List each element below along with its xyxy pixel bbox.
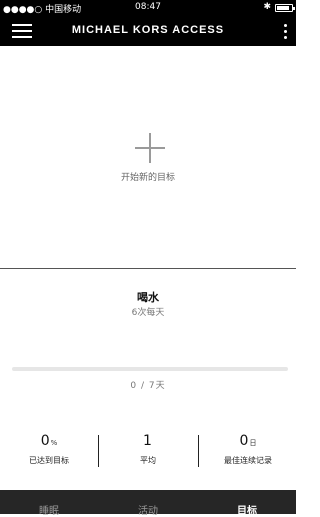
goal-name: 喝水 bbox=[137, 291, 159, 304]
tab-activity[interactable]: 活动 bbox=[99, 502, 197, 517]
stat-best-streak: 0日 最佳连续记录 bbox=[199, 433, 297, 466]
plus-icon[interactable] bbox=[135, 133, 165, 163]
section-divider bbox=[0, 268, 296, 269]
bluetooth-icon: ✱ bbox=[263, 2, 271, 12]
stat-average-label: 平均 bbox=[140, 456, 156, 465]
status-icons: ✱ bbox=[263, 2, 295, 12]
goal-progress-text: 0 / 7天 bbox=[130, 381, 166, 391]
start-new-goal-label: 开始新的目标 bbox=[120, 173, 175, 183]
tab-goals[interactable]: 目标 bbox=[198, 502, 296, 517]
stat-best-streak-value: 0 bbox=[239, 433, 249, 449]
goal-frequency: 6次每天 bbox=[131, 308, 165, 318]
stat-best-streak-label: 最佳连续记录 bbox=[224, 456, 272, 465]
stat-achieved-unit: % bbox=[50, 439, 58, 447]
goal-progress-bar bbox=[12, 367, 288, 371]
bottom-tab-bar: 睡眠 活动 目标 bbox=[0, 490, 296, 517]
goal-stats: 0% 已达到目标 1 平均 0日 最佳连续记录 bbox=[0, 433, 296, 471]
stat-average: 1 平均 bbox=[99, 433, 197, 466]
stat-average-value: 1 bbox=[143, 433, 152, 449]
tab-sleep[interactable]: 睡眠 bbox=[0, 502, 98, 517]
stat-achieved-label: 已达到目标 bbox=[29, 456, 69, 465]
app-title: MICHAEL KORS ACCESS bbox=[71, 24, 225, 36]
app-header: MICHAEL KORS ACCESS bbox=[0, 16, 296, 46]
start-new-goal-button[interactable]: 开始新的目标 bbox=[0, 46, 296, 268]
stat-achieved-value: 0 bbox=[40, 433, 50, 449]
battery-icon bbox=[275, 3, 295, 12]
status-bar: ●●●●○ 中国移动 08:47 ✱ bbox=[0, 0, 296, 16]
stat-achieved: 0% 已达到目标 bbox=[0, 433, 98, 466]
stat-best-streak-unit: 日 bbox=[249, 439, 257, 447]
more-vertical-icon[interactable] bbox=[282, 22, 288, 40]
status-time: 08:47 bbox=[135, 2, 161, 12]
